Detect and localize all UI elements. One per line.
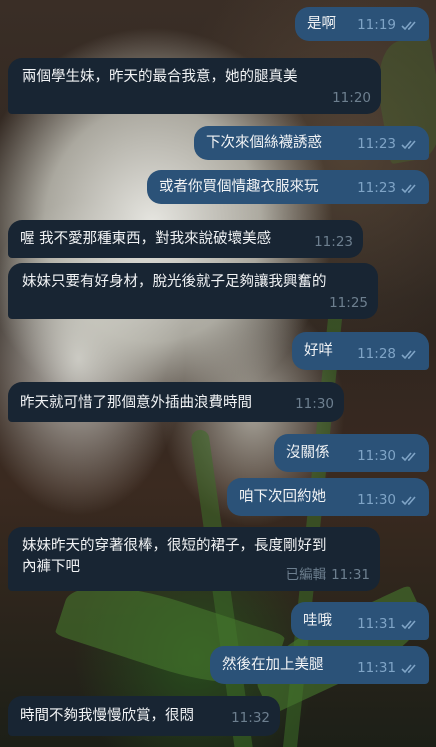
- message-bubble-incoming[interactable]: 時間不夠我慢慢欣賞，很悶 11:32: [8, 696, 280, 736]
- message-time: 11:30: [357, 492, 396, 508]
- edited-label: 已編輯: [285, 567, 327, 583]
- message-time: 11:25: [329, 295, 368, 311]
- double-check-icon: [401, 495, 419, 506]
- message-text: 昨天就可惜了那個意外插曲浪費時間: [20, 395, 252, 411]
- message-bubble-incoming[interactable]: 兩個學生妹，昨天的最合我意，她的腿真美 11:20: [8, 58, 381, 114]
- message-time: 11:23: [357, 136, 396, 152]
- message-time: 11:30: [295, 396, 334, 412]
- message-text: 咱下次回約她: [239, 489, 326, 505]
- message-time: 11:19: [357, 17, 396, 33]
- message-text: 兩個學生妹，昨天的最合我意，她的腿真美: [22, 69, 298, 85]
- message-text: 沒關係: [286, 445, 330, 461]
- message-time: 11:28: [357, 346, 396, 362]
- message-list[interactable]: 是啊 11:19 兩個學生妹，昨天的最合我意，她的腿真美 11:20 下次來個絲…: [0, 0, 436, 747]
- message-time: 11:31: [331, 567, 370, 583]
- message-text: 或者你買個情趣衣服來玩: [159, 179, 319, 195]
- message-text: 喔 我不愛那種東西，對我來說破壞美感: [20, 231, 272, 247]
- message-text: 是啊: [307, 16, 336, 32]
- message-text: 下次來個絲襪誘惑: [206, 135, 322, 151]
- double-check-icon: [401, 451, 419, 462]
- message-bubble-incoming[interactable]: 妹妹只要有好身材，脫光後就子足夠讓我興奮的 11:25: [8, 263, 378, 319]
- double-check-icon: [401, 139, 419, 150]
- message-time: 11:23: [357, 180, 396, 196]
- message-bubble-outgoing[interactable]: 或者你買個情趣衣服來玩 11:23: [147, 170, 429, 204]
- message-time: 11:31: [357, 616, 396, 632]
- message-time: 11:30: [357, 448, 396, 464]
- message-text: 妹妹只要有好身材，脫光後就子足夠讓我興奮的: [22, 274, 327, 290]
- message-time: 11:32: [231, 710, 270, 726]
- double-check-icon: [401, 20, 419, 31]
- message-text-line: 妹妹昨天的穿著很棒，很短的裙子，長度剛好到: [22, 538, 327, 554]
- message-text: 時間不夠我慢慢欣賞，很悶: [20, 708, 194, 724]
- message-bubble-outgoing[interactable]: 咱下次回約她 11:30: [227, 478, 429, 516]
- message-bubble-incoming[interactable]: 昨天就可惜了那個意外插曲浪費時間 11:30: [8, 382, 344, 422]
- message-bubble-incoming[interactable]: 喔 我不愛那種東西，對我來說破壞美感 11:23: [8, 220, 363, 258]
- message-time: 11:23: [314, 234, 353, 250]
- message-bubble-incoming[interactable]: 妹妹昨天的穿著很棒，很短的裙子，長度剛好到 內褲下吧 已編輯 11:31: [8, 527, 380, 591]
- message-time: 11:20: [332, 90, 371, 106]
- double-check-icon: [401, 349, 419, 360]
- message-text: 哇哦: [303, 613, 332, 629]
- message-bubble-outgoing[interactable]: 然後在加上美腿 11:31: [210, 646, 429, 684]
- message-bubble-outgoing[interactable]: 是啊 11:19: [295, 7, 429, 41]
- double-check-icon: [401, 183, 419, 194]
- double-check-icon: [401, 663, 419, 674]
- message-text: 然後在加上美腿: [222, 657, 324, 673]
- message-time: 11:31: [357, 660, 396, 676]
- message-bubble-outgoing[interactable]: 哇哦 11:31: [291, 602, 429, 640]
- message-bubble-outgoing[interactable]: 下次來個絲襪誘惑 11:23: [194, 126, 429, 160]
- message-bubble-outgoing[interactable]: 沒關係 11:30: [274, 434, 429, 472]
- message-bubble-outgoing[interactable]: 好咩 11:28: [292, 332, 429, 370]
- double-check-icon: [401, 619, 419, 630]
- message-text: 好咩: [304, 343, 333, 359]
